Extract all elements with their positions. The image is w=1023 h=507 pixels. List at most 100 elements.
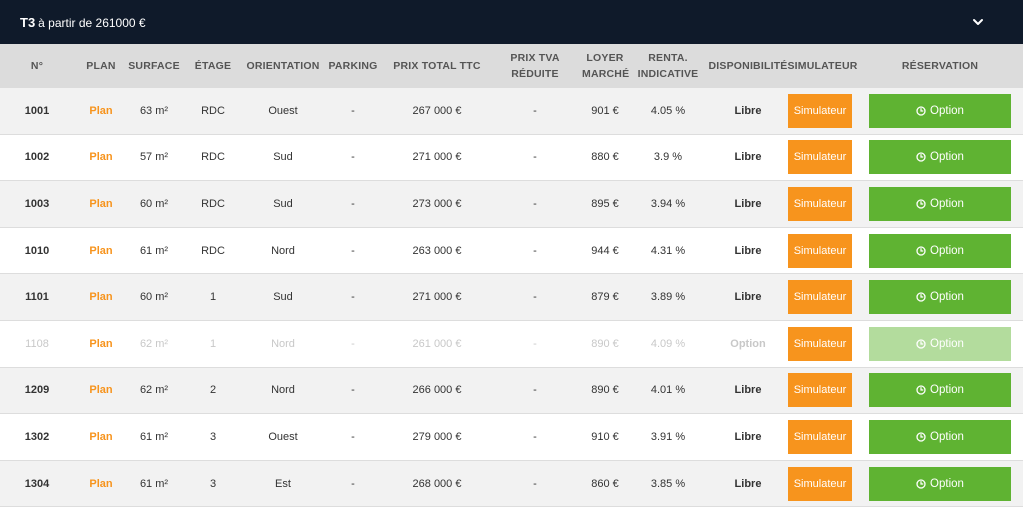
cell-parking: - [351,291,355,304]
simulateur-button[interactable]: Simulateur [788,233,852,268]
reservation-cell: Option [857,419,1023,454]
simulateur-cell: Simulateur [788,466,857,501]
col-orientation: ORIENTATION [246,60,320,72]
cell-surface: 60 m² [139,197,169,210]
simulateur-cell: Simulateur [788,419,857,454]
cell-num: 1108 [25,337,49,350]
plan-link[interactable]: Plan [74,151,128,163]
cell-etage: RDC [201,197,225,210]
table-header: N° PLAN SURFACE ÉTAGE ORIENTATION PARKIN… [0,44,1023,88]
col-parking: PARKING [328,60,378,72]
option-label: Option [930,197,964,210]
cell-loyer: 890 € [591,337,619,350]
col-simulateur: SIMULATEUR [787,60,858,72]
simulateur-cell: Simulateur [788,280,857,315]
cell-loyer: 890 € [591,384,619,397]
table-body: 1001 Plan 63 m² RDC Ouest - 267 000 € - 901 € 4.0… [0,88,1023,507]
plan-link[interactable]: Plan [74,431,128,443]
option-button[interactable]: Option [869,326,1011,361]
cell-parking: - [351,197,355,210]
cell-num: 1002 [24,151,50,164]
cell-dispo: Libre [734,384,762,397]
cell-loyer: 910 € [591,430,619,443]
simulateur-cell: Simulateur [788,186,857,221]
reservation-cell: Option [857,280,1023,315]
cell-dispo: Libre [734,151,762,164]
cell-etage: 3 [209,430,217,443]
cell-loyer: 860 € [591,477,619,490]
option-label: Option [930,244,964,257]
cell-prix-tva: - [533,151,537,164]
simulateur-button[interactable]: Simulateur [788,140,852,175]
cell-prix-ttc: 267 000 € [412,104,462,117]
cell-prix-ttc: 261 000 € [412,337,462,350]
section-header[interactable]: T3 à partir de 261000 € [0,0,1023,44]
plan-link[interactable]: Plan [74,105,128,117]
cell-renta: 3.94 % [650,197,686,210]
simulateur-button[interactable]: Simulateur [788,93,852,128]
clock-icon [916,106,926,116]
clock-icon [916,432,926,442]
chevron-down-icon[interactable] [971,15,985,29]
plan-link[interactable]: Plan [74,478,128,490]
cell-renta: 4.09 % [650,337,686,350]
section-title: T3 à partir de 261000 € [20,15,146,30]
option-button[interactable]: Option [869,466,1011,501]
plan-link[interactable]: Plan [74,245,128,257]
cell-renta: 3.89 % [650,291,686,304]
option-label: Option [930,151,964,164]
plan-link[interactable]: Plan [74,338,128,350]
clock-icon [916,245,926,256]
col-renta: RENTA. INDICATIVE [628,50,708,82]
option-button[interactable]: Option [869,93,1011,128]
cell-orientation: Sud [273,291,293,304]
option-button[interactable]: Option [869,140,1011,175]
cell-etage: RDC [201,104,225,117]
option-button[interactable]: Option [869,419,1011,454]
cell-dispo: Libre [734,104,762,117]
cell-surface: 57 m² [139,151,169,164]
cell-orientation: Sud [273,151,293,164]
col-num: N° [30,60,44,72]
cell-num: 1302 [24,430,50,443]
table-row: 1010 Plan 61 m² RDC Nord - 263 000 € - 944 € 4.31… [0,227,1023,275]
simulateur-button[interactable]: Simulateur [788,373,852,408]
cell-surface: 61 m² [139,477,169,490]
option-button[interactable]: Option [869,280,1011,315]
plan-link[interactable]: Plan [74,198,128,210]
cell-surface: 63 m² [139,104,169,117]
simulateur-button[interactable]: Simulateur [788,419,852,454]
simulateur-cell: Simulateur [788,373,857,408]
option-button[interactable]: Option [869,186,1011,221]
cell-prix-ttc: 263 000 € [412,244,462,257]
simulateur-cell: Simulateur [788,140,857,175]
cell-dispo: Libre [734,477,762,490]
option-button[interactable]: Option [869,373,1011,408]
simulateur-button[interactable]: Simulateur [788,280,852,315]
cell-renta: 3.9 % [653,151,683,164]
simulateur-button[interactable]: Simulateur [788,186,852,221]
col-loyer: LOYER MARCHÉ [582,50,630,82]
col-loyer-line2: MARCHÉ [582,68,630,80]
option-label: Option [930,384,964,397]
reservation-cell: Option [857,326,1023,361]
starting-price: à partir de 261000 € [38,15,146,30]
cell-prix-ttc: 271 000 € [412,291,462,304]
clock-icon [916,385,926,396]
plan-link[interactable]: Plan [74,291,128,303]
cell-dispo: Libre [734,244,762,257]
plan-link[interactable]: Plan [74,384,128,396]
apartment-type: T3 [20,14,36,30]
cell-prix-ttc: 266 000 € [412,384,462,397]
simulateur-button[interactable]: Simulateur [788,326,852,361]
option-button[interactable]: Option [869,233,1011,268]
cell-prix-tva: - [533,337,537,350]
cell-loyer: 944 € [591,244,619,257]
reservation-cell: Option [857,140,1023,175]
simulateur-button[interactable]: Simulateur [788,466,852,501]
cell-prix-tva: - [533,430,537,443]
cell-prix-tva: - [533,104,537,117]
table-row: 1209 Plan 62 m² 2 Nord - 266 000 € - 890 € 4.01 %… [0,367,1023,415]
cell-prix-ttc: 271 000 € [412,151,462,164]
reservation-cell: Option [857,466,1023,501]
